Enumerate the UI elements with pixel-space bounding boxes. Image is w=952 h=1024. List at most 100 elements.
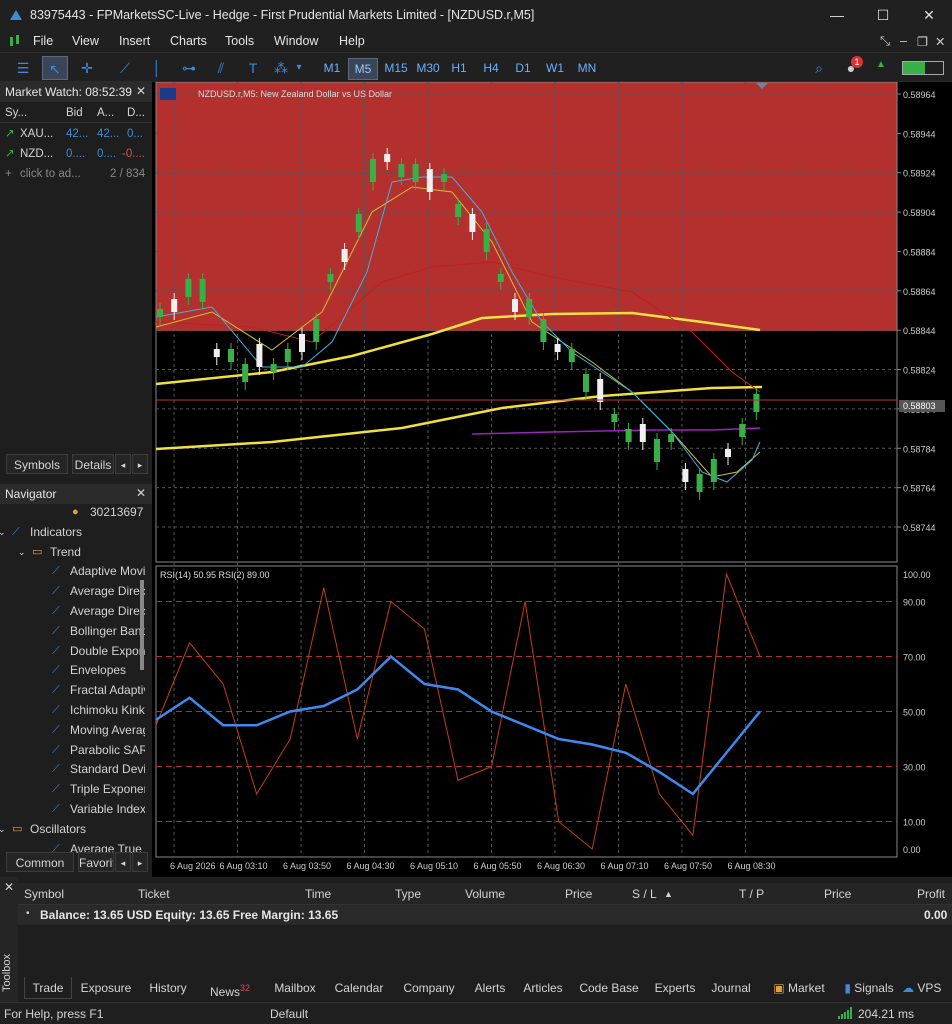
signals-tab[interactable]: ▮ Signals (836, 977, 902, 999)
text-tool-icon[interactable]: T (240, 56, 266, 80)
toolbox-close-icon[interactable]: ✕ (4, 880, 14, 894)
col-bid[interactable]: Bid (66, 103, 88, 123)
vertical-line-icon[interactable]: │ (144, 56, 170, 80)
market-watch-row[interactable]: ↗ XAU... 42... 42... 0... (0, 124, 152, 144)
profile-name[interactable]: Default (270, 1007, 308, 1021)
chevron-down-icon[interactable]: ⌄ (0, 819, 6, 839)
col-symbol[interactable]: Sy... (5, 103, 35, 123)
nav-item[interactable]: ▭ ⌄ Trend (0, 542, 145, 562)
tab-trade[interactable]: Trade (24, 977, 72, 999)
nav-item[interactable]: ⟋ Standard Deviation (0, 759, 145, 779)
minimize-button[interactable]: — (814, 0, 860, 30)
col-daily[interactable]: D... (127, 103, 149, 123)
menu-insert[interactable]: Insert (119, 34, 150, 48)
tab-alerts[interactable]: Alerts (468, 977, 512, 999)
maximize-button[interactable]: ☐ (860, 0, 906, 30)
candle-body (710, 459, 717, 482)
vps-tab[interactable]: ☁ VPS (902, 977, 941, 999)
tab-favorites[interactable]: Favorites (78, 852, 114, 872)
pin-icon[interactable]: ⤡ (880, 34, 890, 49)
timeframe-m5[interactable]: M5 (348, 58, 378, 80)
nav-item[interactable]: ⟋ Moving Average (0, 720, 145, 740)
price-tick-label: 0.58964 (903, 90, 936, 100)
price-chart[interactable]: 0.58964 0.58944 0.58924 0.58904 0.58884 0.588… (152, 81, 952, 877)
chevron-down-icon[interactable]: ⌄ (18, 542, 26, 562)
timeframe-m15[interactable]: M15 (381, 58, 411, 80)
navigator-scrollbar[interactable] (140, 580, 144, 670)
tab-company[interactable]: Company (394, 977, 464, 999)
nav-item[interactable]: ⟋ ⌄ Indicators (0, 522, 145, 542)
nav-item[interactable]: ● 30213697 (0, 502, 145, 522)
col-ask[interactable]: A... (97, 103, 119, 123)
market-watch-row[interactable]: ↗ NZD... 0.... 0.... -0.... (0, 144, 152, 164)
tab-journal[interactable]: Journal (706, 977, 756, 999)
tab-exposure[interactable]: Exposure (73, 977, 139, 999)
trendline-icon[interactable]: ⟋ (112, 56, 138, 80)
nav-item[interactable]: ⟋ Parabolic SAR (0, 740, 145, 760)
tab-news[interactable]: News32 (198, 977, 262, 999)
child-close-icon[interactable]: ✕ (935, 34, 945, 49)
horizontal-line-icon[interactable]: ⊶ (176, 56, 202, 80)
nav-item[interactable]: ▭ ⌄ Oscillators (0, 819, 145, 839)
scroll-left-icon[interactable]: ◂ (115, 852, 131, 872)
timeframe-m30[interactable]: M30 (413, 58, 443, 80)
nav-item[interactable]: ⟋ Double Exponential Moving Average (0, 641, 145, 661)
nav-item-label: Variable Index Dynamic Average (70, 802, 145, 816)
close-button[interactable]: ✕ (906, 0, 952, 30)
candle-body (341, 249, 348, 262)
nav-item[interactable]: ⟋ Bollinger Bands (0, 621, 145, 641)
timeframe-h4[interactable]: H4 (477, 58, 505, 80)
nav-item[interactable]: ⟋ Average Directional Movement Index (0, 581, 145, 601)
nav-item[interactable]: ⟋ Variable Index Dynamic Average (0, 799, 145, 819)
search-icon[interactable]: ⌕ (806, 56, 832, 80)
nav-item[interactable]: ⟋ Ichimoku Kinko Hyo (0, 700, 145, 720)
timeframe-h1[interactable]: H1 (445, 58, 473, 80)
scroll-right-icon[interactable]: ▸ (132, 454, 148, 474)
tab-experts[interactable]: Experts (648, 977, 702, 999)
menu-view[interactable]: View (72, 34, 99, 48)
candle-body (512, 299, 518, 312)
tab-common[interactable]: Common (6, 852, 74, 872)
cursor-icon[interactable]: ↖ (42, 56, 68, 80)
candle-body (668, 434, 675, 442)
menu-lines-icon[interactable]: ☰ (10, 56, 36, 80)
menu-help[interactable]: Help (339, 34, 365, 48)
timeframe-m1[interactable]: M1 (318, 58, 346, 80)
tab-mailbox[interactable]: Mailbox (266, 977, 324, 999)
menu-file[interactable]: File (33, 34, 53, 48)
add-symbol-row[interactable]: + click to ad... 2 / 834 (0, 164, 152, 184)
shapes-icon[interactable]: ⁂ (268, 56, 294, 80)
chevron-down-icon[interactable]: ⌄ (0, 522, 6, 542)
nav-item[interactable]: ⟋ Average Directional Movement Index Wild… (0, 601, 145, 621)
tab-articles[interactable]: Articles (515, 977, 571, 999)
menu-charts[interactable]: Charts (170, 34, 207, 48)
tab-code-base[interactable]: Code Base (574, 977, 644, 999)
navigator-title: Navigator (0, 484, 152, 504)
market-watch-close-icon[interactable]: ✕ (136, 84, 146, 98)
menu-tools[interactable]: Tools (225, 34, 254, 48)
child-restore-icon[interactable]: ❐ (917, 34, 928, 49)
restore-icon[interactable]: – (900, 34, 907, 48)
crosshair-icon[interactable]: ✛ (74, 56, 100, 80)
channel-icon[interactable]: ⫽ (208, 56, 234, 80)
scroll-left-icon[interactable]: ◂ (115, 454, 131, 474)
nav-item[interactable]: ⟋ Adaptive Moving Average (0, 561, 145, 581)
chart-window[interactable]: 0.58964 0.58944 0.58924 0.58904 0.58884 0.588… (152, 81, 952, 877)
tab-history[interactable]: History (142, 977, 194, 999)
tab-symbols[interactable]: Symbols (6, 454, 68, 474)
scroll-right-icon[interactable]: ▸ (132, 852, 148, 872)
tab-details[interactable]: Details (72, 454, 114, 474)
nav-item[interactable]: ⟋ Triple Exponential Moving Average (0, 779, 145, 799)
timeframe-w1[interactable]: W1 (541, 58, 569, 80)
nav-item-label: Adaptive Moving Average (70, 564, 145, 579)
chevron-down-icon[interactable]: ▾ (292, 56, 306, 80)
timeframe-mn[interactable]: MN (573, 58, 601, 80)
timeframe-d1[interactable]: D1 (509, 58, 537, 80)
navigator-close-icon[interactable]: ✕ (136, 486, 146, 500)
nav-item[interactable]: ⟋ Envelopes (0, 660, 145, 680)
market-tab[interactable]: ▣ Market (766, 977, 832, 999)
tab-calendar[interactable]: Calendar (328, 977, 390, 999)
nav-item[interactable]: ⟋ Fractal Adaptive Moving Average (0, 680, 145, 700)
menu-window[interactable]: Window (274, 34, 318, 48)
folder-icon: ▭ (12, 822, 23, 835)
